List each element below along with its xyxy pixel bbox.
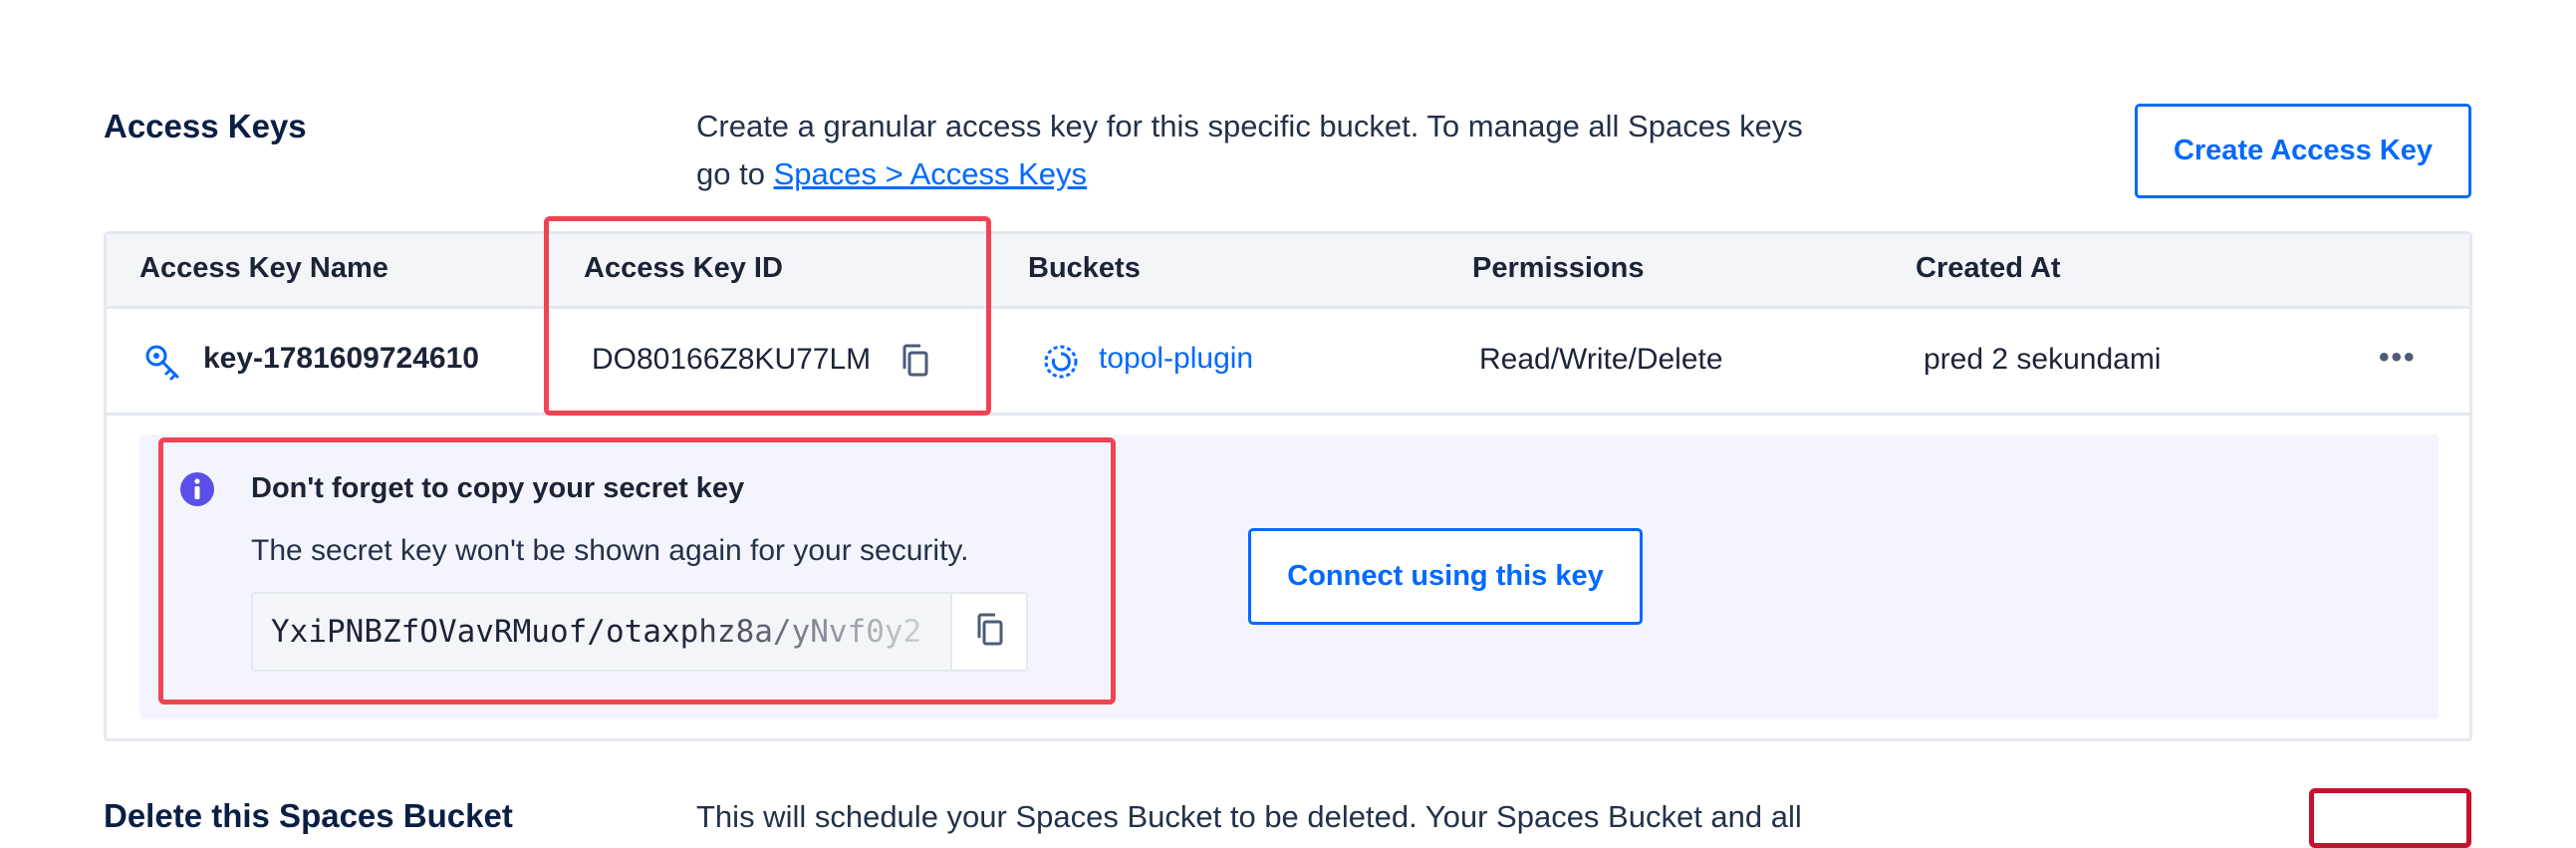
created-at-value: pred 2 sekundami [1924, 343, 2162, 376]
delete-bucket-description: This will schedule your Spaces Bucket to… [696, 799, 1802, 834]
delete-button-outline[interactable] [2309, 788, 2471, 848]
create-access-key-button[interactable]: Create Access Key [2135, 104, 2471, 198]
connect-using-key-button[interactable]: Connect using this key [1248, 528, 1643, 625]
column-header-name: Access Key Name [139, 252, 388, 284]
highlight-secret-key [158, 437, 1116, 705]
more-icon[interactable]: ••• [2379, 341, 2417, 375]
key-icon [143, 343, 183, 383]
access-key-name: key-1781609724610 [203, 342, 479, 375]
access-keys-description-line2: go to Spaces > Access Keys [696, 150, 1892, 198]
highlight-key-id [544, 216, 991, 416]
permissions-value: Read/Write/Delete [1479, 343, 1723, 376]
table-header [107, 234, 2469, 309]
column-header-permissions: Permissions [1472, 252, 1645, 284]
access-keys-description-line1: Create a granular access key for this sp… [696, 109, 1803, 143]
bucket-link[interactable]: topol-plugin [1099, 342, 1253, 376]
delete-bucket-title: Delete this Spaces Bucket [104, 797, 513, 834]
bucket-icon [1042, 343, 1080, 381]
row-divider [107, 413, 2469, 416]
description-prefix: go to [696, 156, 774, 191]
column-header-buckets: Buckets [1028, 252, 1141, 284]
access-keys-title: Access Keys [104, 108, 307, 144]
access-keys-description: Create a granular access key for this sp… [696, 103, 1892, 198]
column-header-created-at: Created At [1916, 252, 2061, 284]
spaces-access-keys-link[interactable]: Spaces > Access Keys [774, 156, 1087, 191]
